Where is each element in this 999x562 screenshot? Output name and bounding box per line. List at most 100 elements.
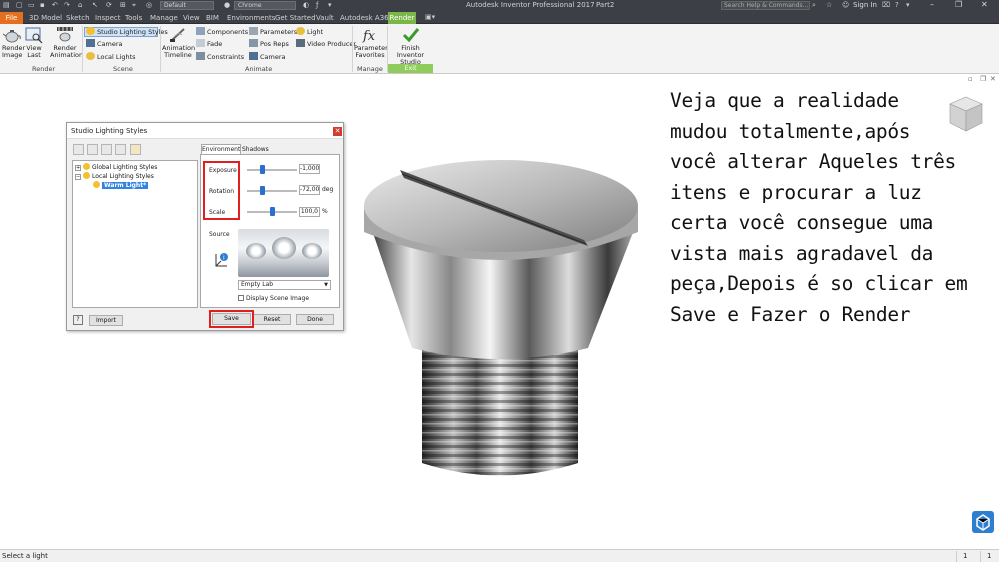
active-style-icon[interactable]: [130, 144, 141, 155]
done-button[interactable]: Done: [296, 314, 334, 325]
camera-toggle-icon[interactable]: ▣▾: [425, 13, 435, 21]
tab-inspect[interactable]: Inspect: [95, 13, 121, 23]
help-icon[interactable]: ?: [895, 1, 899, 9]
scale-field[interactable]: 100,0: [299, 207, 320, 217]
sign-in-link[interactable]: Sign In: [853, 1, 877, 9]
tab-get-started[interactable]: Get Started: [275, 13, 316, 23]
components-button[interactable]: Components: [196, 27, 248, 37]
scene-camera-button[interactable]: Camera: [86, 39, 123, 49]
parameters-button[interactable]: Parameters: [249, 27, 297, 37]
dialog-close-icon[interactable]: ✕: [333, 127, 342, 136]
constraints-label: Constraints: [207, 53, 245, 61]
maximize-view-icon[interactable]: ❐: [980, 75, 986, 83]
expand-icon[interactable]: +: [75, 165, 81, 171]
pos-reps-button[interactable]: Pos Reps: [249, 39, 289, 49]
viewcube-icon[interactable]: [948, 95, 984, 135]
finish-inventor-studio-button[interactable]: Finish Inventor Studio: [388, 26, 433, 66]
app-menu-icon[interactable]: ▤: [3, 1, 10, 9]
tab-file[interactable]: File: [0, 12, 23, 24]
new-light-icon[interactable]: [87, 144, 98, 155]
new-icon[interactable]: ▢: [16, 1, 23, 9]
chevron-down-icon: ▼: [324, 282, 328, 288]
light-button[interactable]: Light: [296, 27, 323, 37]
tree-node-global[interactable]: + Global Lighting Styles: [75, 163, 157, 172]
animate-camera-label: Camera: [260, 53, 286, 61]
restore-view-icon[interactable]: ▫: [968, 75, 973, 83]
import-button[interactable]: Import: [89, 315, 123, 326]
tab-environments[interactable]: Environments: [227, 13, 275, 23]
collapse-icon[interactable]: −: [75, 174, 81, 180]
rotation-slider-track[interactable]: [247, 190, 297, 192]
display-scene-image-checkbox[interactable]: Display Scene Image: [238, 295, 309, 302]
fx-icon[interactable]: ƒ: [316, 1, 318, 9]
tab-bim[interactable]: BIM: [206, 13, 219, 23]
measure-icon[interactable]: ⊞: [120, 1, 126, 9]
maximize-icon[interactable]: ❐: [955, 0, 962, 9]
appearance-icon[interactable]: ◐: [303, 1, 309, 9]
material-dropdown[interactable]: Chrome: [234, 1, 296, 10]
note-line: Veja que a realidade: [670, 89, 899, 112]
rotation-unit: deg: [322, 186, 334, 193]
close-view-icon[interactable]: ✕: [990, 75, 996, 83]
animate-camera-button[interactable]: Camera: [249, 52, 286, 62]
ucs-icon[interactable]: ⌖: [132, 1, 136, 10]
fx-icon: fx: [362, 29, 376, 44]
scale-slider-thumb[interactable]: [269, 207, 275, 216]
render-animation-button[interactable]: Render Animation: [50, 26, 83, 59]
help-search-input[interactable]: Search Help & Commands...: [721, 1, 810, 10]
animation-timeline-button[interactable]: Animation Timeline: [162, 26, 195, 59]
light-options-icon[interactable]: [101, 144, 112, 155]
tab-vault[interactable]: Vault: [316, 13, 334, 23]
tree-node-warm-light[interactable]: Warm Light*: [93, 181, 149, 190]
reset-button[interactable]: Reset: [253, 314, 291, 325]
tab-autodesk-a360[interactable]: Autodesk A360: [340, 13, 393, 23]
tab-view[interactable]: View: [183, 13, 200, 23]
fade-button[interactable]: Fade: [196, 39, 222, 49]
source-dropdown[interactable]: Empty Lab ▼: [238, 280, 331, 290]
cart-icon[interactable]: ⌧: [882, 1, 890, 9]
redo-icon[interactable]: ↷: [64, 1, 70, 9]
light-label: Light: [307, 28, 324, 36]
color-wheel-icon[interactable]: ◎: [146, 1, 152, 9]
update-icon[interactable]: ⟳: [106, 1, 112, 9]
customize-icon[interactable]: ▾: [328, 1, 332, 9]
undo-icon[interactable]: ↶: [52, 1, 58, 9]
view-last-button[interactable]: View Last: [24, 26, 44, 59]
highlight-box-parameters: [203, 161, 240, 220]
user-icon[interactable]: ☺: [842, 1, 849, 9]
tab-3d-model[interactable]: 3D Model: [29, 13, 62, 23]
tab-tools[interactable]: Tools: [125, 13, 142, 23]
new-style-icon[interactable]: [73, 144, 84, 155]
dropdown-icon[interactable]: ▾: [906, 1, 910, 9]
video-producer-button[interactable]: Video Producer: [296, 39, 356, 49]
minimize-icon[interactable]: –: [930, 0, 934, 9]
checkbox-box[interactable]: [238, 295, 244, 301]
open-icon[interactable]: ▭: [28, 1, 35, 9]
constraints-button[interactable]: Constraints: [196, 52, 244, 62]
parameter-favorites-button[interactable]: fx Parameter Favorites: [354, 26, 388, 59]
local-lights-icon: [86, 52, 95, 60]
tab-render[interactable]: Render: [388, 12, 416, 24]
tree-node-local[interactable]: − Local Lighting Styles: [75, 172, 154, 181]
render-image-button[interactable]: Render Image: [2, 26, 25, 59]
close-window-icon[interactable]: ✕: [981, 0, 988, 9]
home-icon[interactable]: ⌂: [78, 1, 82, 9]
help-button[interactable]: ?: [73, 315, 83, 325]
favorites-icon[interactable]: ☆: [826, 1, 832, 9]
exposure-slider-track[interactable]: [247, 169, 297, 171]
select-icon[interactable]: ↖: [92, 1, 98, 9]
rotation-field[interactable]: -72,00: [299, 185, 320, 195]
rotation-slider-thumb[interactable]: [259, 186, 265, 195]
tab-manage[interactable]: Manage: [150, 13, 178, 23]
navigation-bar-icon[interactable]: [972, 511, 994, 533]
exposure-field[interactable]: -1,000: [299, 164, 320, 174]
studio-lighting-styles-button[interactable]: Studio Lighting Styles: [86, 27, 168, 37]
screw-model[interactable]: [362, 148, 640, 488]
style-dropdown[interactable]: Default: [160, 1, 214, 10]
local-lights-button[interactable]: Local Lights: [86, 52, 136, 62]
search-icon[interactable]: ⌕: [812, 1, 816, 10]
save-icon[interactable]: ▪: [40, 1, 45, 9]
tab-sketch[interactable]: Sketch: [66, 13, 90, 23]
exposure-slider-thumb[interactable]: [259, 165, 265, 174]
spot-light-icon[interactable]: [115, 144, 126, 155]
